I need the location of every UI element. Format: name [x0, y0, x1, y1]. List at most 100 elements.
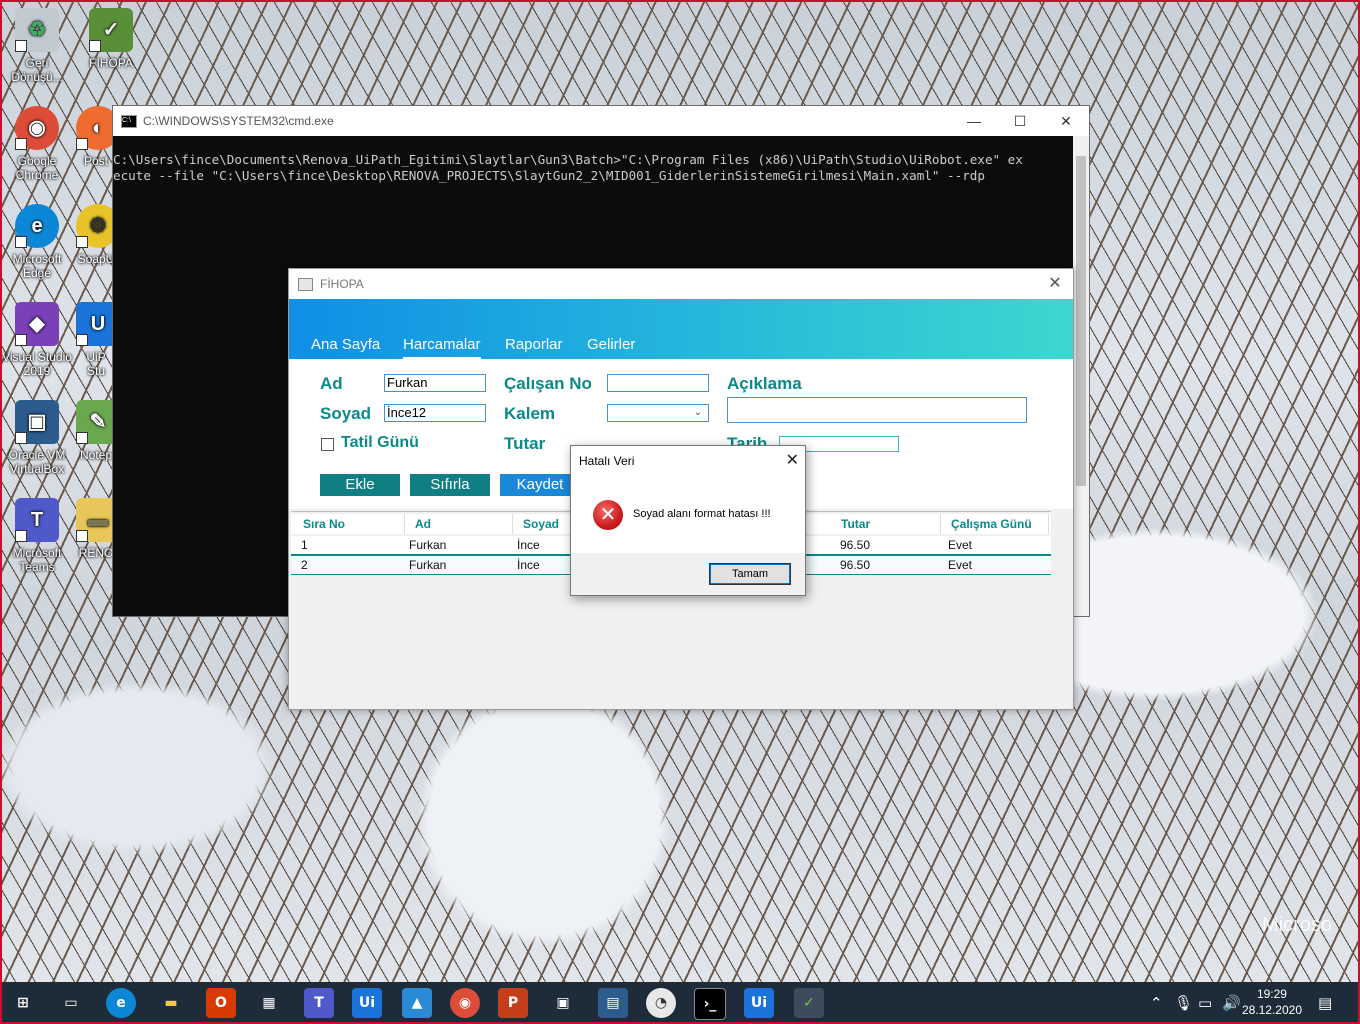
fihopa-desktop-icon[interactable]: ✓ FIHOPA [76, 8, 146, 70]
tab-gelirler[interactable]: Gelirler [587, 336, 635, 353]
ekle-button[interactable]: Ekle [320, 474, 400, 496]
photos-icon[interactable]: ▲ [402, 988, 432, 1018]
desktop-icon-label: RENO [78, 546, 114, 560]
chevron-up-icon[interactable]: ⌃ [1150, 982, 1163, 1024]
dialog-message: Soyad alanı format hatası !!! [633, 508, 771, 520]
uipath-studio-desktop-icon[interactable]: U UiP Stu [76, 302, 116, 378]
console-output[interactable]: C:\Users\fince\Documents\Renova_UiPath_E… [113, 136, 1089, 184]
notepad-desktop-icon[interactable]: ✎ Notep [76, 400, 116, 462]
uipath-icon: U [76, 302, 116, 346]
column-header[interactable]: Sıra No [293, 514, 405, 534]
task-view-icon[interactable]: ▭ [56, 988, 86, 1018]
desktop-icon-label: Geri Dönüşü... [11, 56, 63, 84]
app-window-icon [298, 277, 313, 291]
clock[interactable]: 19:29 28.12.2020 [1242, 986, 1302, 1018]
recycle-icon: ♻ [15, 8, 59, 52]
desktop-icon-label: Notep [79, 448, 113, 462]
start-icon[interactable]: ⊞ [8, 988, 38, 1018]
error-dialog[interactable]: Hatalı Veri ✕ ✕ Soyad alanı format hatas… [570, 445, 806, 596]
visual-studio-icon: ◆ [15, 302, 59, 346]
cell-soyad: İnce [517, 558, 540, 572]
calculator-icon[interactable]: ▤ [598, 988, 628, 1018]
fihopa-icon: ✓ [89, 8, 133, 52]
clock-time: 19:29 [1256, 987, 1287, 1001]
chrome-icon: ◉ [15, 106, 59, 150]
cmd-icon[interactable]: ›_ [694, 988, 726, 1020]
cmd-scrollbar[interactable] [1073, 136, 1089, 616]
soapui-desktop-icon[interactable]: ⚙ SoapU [76, 204, 116, 266]
kaydet-button[interactable]: Kaydet [500, 474, 580, 496]
column-header[interactable]: Ad [405, 514, 513, 534]
cmd-title-bar[interactable]: C:\ C:\WINDOWS\SYSTEM32\cmd.exe — ☐ ✕ [113, 106, 1089, 136]
close-button[interactable]: ✕ [1043, 106, 1089, 136]
edge-desktop-icon[interactable]: e Microsoft Edge [2, 204, 72, 280]
tatil-label: Tatil Günü [341, 434, 419, 451]
notepad-icon: ✎ [76, 400, 116, 444]
maximize-button[interactable]: ☐ [997, 106, 1043, 136]
fihopa-icon[interactable]: ✓ [794, 988, 824, 1018]
tab-harcamalar[interactable]: Harcamalar [403, 336, 481, 359]
ad-label: Ad [320, 374, 343, 393]
desktop-icon-label: Visual Studio 2019 [2, 350, 72, 378]
store-icon[interactable]: ▦ [254, 988, 284, 1018]
office-icon[interactable]: O [206, 988, 236, 1018]
visual-studio-desktop-icon[interactable]: ◆ Visual Studio 2019 [2, 302, 72, 378]
teams-icon[interactable]: T [304, 988, 334, 1018]
virtualbox-icon[interactable]: ▣ [548, 988, 578, 1018]
kalem-select[interactable]: ⌄ [607, 404, 709, 422]
column-header[interactable]: Tutar [831, 514, 941, 534]
dialog-title: Hatalı Veri [579, 454, 635, 468]
column-header[interactable]: Soyad [513, 514, 571, 534]
recycle-bin-icon[interactable]: ♻ Geri Dönüşü... [2, 8, 72, 84]
microphone-icon[interactable]: 🎙 [1174, 982, 1193, 1024]
calisan-no-input[interactable] [607, 374, 709, 392]
chrome-icon[interactable]: ◉ [450, 988, 480, 1018]
desktop-icon-label: UiP Stu [86, 350, 106, 378]
soapui-icon: ⚙ [76, 204, 116, 248]
powerpoint-icon[interactable]: P [498, 988, 528, 1018]
volume-icon[interactable]: 🔊 [1222, 982, 1241, 1024]
desktop-icon-label: Microsoft Teams [12, 546, 62, 574]
column-header[interactable]: Çalışma Günü [941, 514, 1049, 534]
uipath-icon[interactable]: Ui [352, 988, 382, 1018]
renova-folder-desktop-icon[interactable]: ▬ RENO [76, 498, 116, 560]
aciklama-label: Açıklama [727, 374, 802, 393]
soyad-input[interactable]: İnce12 [384, 404, 486, 422]
error-icon: ✕ [593, 500, 623, 530]
chevron-down-icon: ⌄ [693, 407, 702, 418]
minimize-button[interactable]: — [951, 106, 997, 136]
console-line: C:\Users\fince\Documents\Renova_UiPath_E… [113, 152, 1023, 167]
virtualbox-icon: ▣ [15, 400, 59, 444]
uipath-robot-icon[interactable]: Ui [744, 988, 774, 1018]
clock-app-icon[interactable]: ◔ [646, 988, 676, 1018]
app-title-bar[interactable]: FİHOPA ✕ [289, 269, 1073, 299]
close-button[interactable]: ✕ [786, 450, 799, 469]
cmd-icon: C:\ [121, 114, 137, 128]
notification-icon[interactable]: ▤ [1318, 982, 1332, 1024]
edge-icon[interactable]: e [106, 988, 136, 1018]
tatil-checkbox[interactable] [321, 438, 334, 451]
aciklama-input[interactable] [727, 397, 1027, 423]
postman-desktop-icon[interactable]: ◐ Post [76, 106, 116, 168]
desktop-icon-label: Post [83, 154, 108, 168]
cell-ad: Furkan [409, 538, 447, 552]
virtualbox-desktop-icon[interactable]: ▣ Oracle VM VirtualBox [2, 400, 72, 476]
cell-calisma: Evet [948, 558, 973, 572]
network-icon[interactable]: ▭ [1198, 982, 1212, 1024]
postman-icon: ◐ [76, 106, 116, 150]
teams-desktop-icon[interactable]: T Microsoft Teams [2, 498, 72, 574]
close-button[interactable]: ✕ [1043, 273, 1067, 295]
cell-tutar: 96.50 [840, 538, 871, 552]
ad-input[interactable]: Furkan [384, 374, 486, 392]
cell-soyad: İnce [517, 538, 540, 552]
chrome-desktop-icon[interactable]: ◉ Google Chrome [2, 106, 72, 182]
ok-button[interactable]: Tamam [709, 563, 791, 585]
tutar-label: Tutar [504, 434, 546, 453]
tab-ana-sayfa[interactable]: Ana Sayfa [311, 336, 380, 353]
nav-bar: Ana Sayfa Harcamalar Raporlar Gelirler [289, 299, 1073, 359]
file-explorer-icon[interactable]: ▬ [156, 988, 186, 1018]
watermark: Microso [1262, 914, 1333, 936]
tab-raporlar[interactable]: Raporlar [505, 336, 563, 353]
scrollbar-thumb[interactable] [1076, 156, 1086, 486]
sifirla-button[interactable]: Sıfırla [410, 474, 490, 496]
